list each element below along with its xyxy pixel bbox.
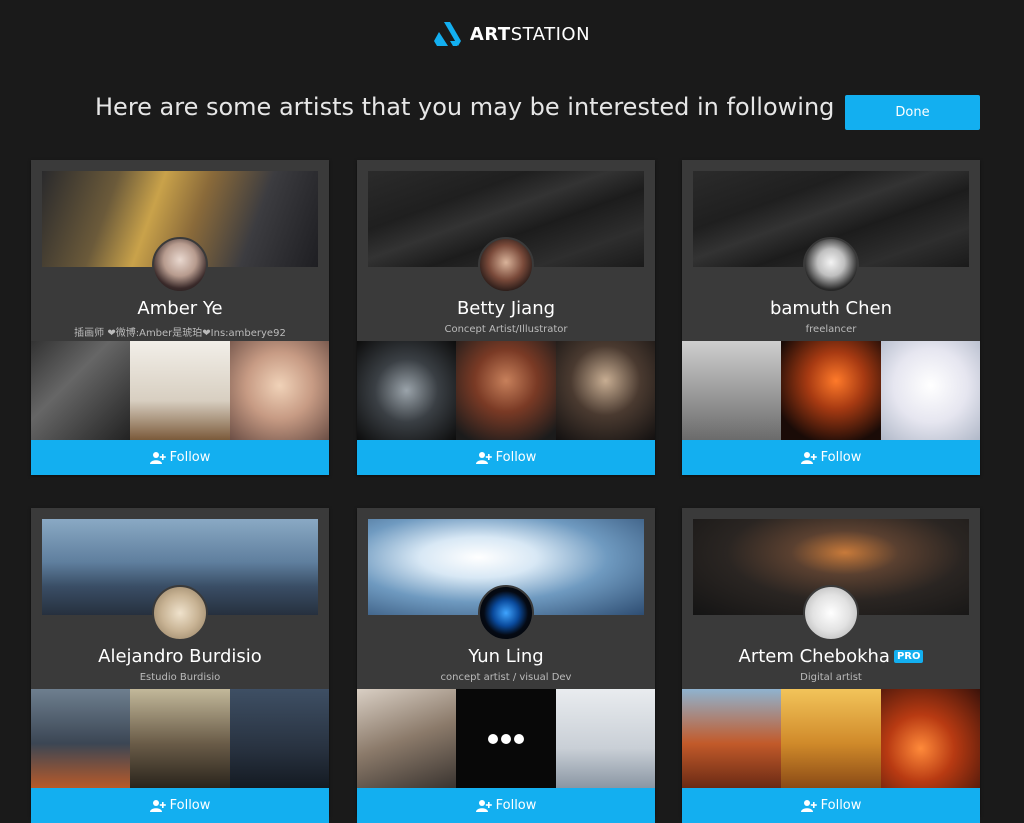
artist-name[interactable]: Amber Ye (31, 298, 329, 319)
artist-card: Yun Ling concept artist / visual Dev Fol… (357, 508, 655, 823)
avatar[interactable] (478, 585, 534, 641)
artwork-thumbnail[interactable] (880, 689, 980, 788)
artwork-thumbnail[interactable] (31, 341, 131, 440)
avatar[interactable] (478, 237, 534, 293)
follow-button[interactable]: Follow (357, 440, 655, 475)
artwork-thumbnail[interactable] (31, 689, 131, 788)
artwork-thumbnail[interactable] (880, 341, 980, 440)
follow-label: Follow (820, 798, 862, 813)
artwork-thumbnail[interactable] (781, 341, 881, 440)
artist-headline: Estudio Burdisio (139, 672, 221, 683)
follow-button[interactable]: Follow (682, 440, 980, 475)
add-user-icon (149, 451, 166, 464)
logo-dots-graphic (456, 689, 555, 788)
artwork-thumbnail[interactable] (456, 689, 556, 788)
artist-name-text: Amber Ye (137, 298, 223, 319)
artwork-thumbnails (682, 341, 980, 440)
artwork-thumbnail[interactable] (456, 341, 556, 440)
artist-headline: concept artist / visual Dev (440, 672, 572, 683)
dot (500, 733, 511, 744)
follow-button[interactable]: Follow (682, 788, 980, 823)
artist-name-text: Yun Ling (468, 646, 544, 667)
add-user-icon (149, 799, 166, 812)
artwork-thumbnail[interactable] (229, 689, 329, 788)
artist-name[interactable]: Betty Jiang (357, 298, 655, 319)
artist-name-text: Alejandro Burdisio (98, 646, 262, 667)
artwork-thumbnail[interactable] (357, 689, 457, 788)
artist-name[interactable]: Yun Ling (357, 646, 655, 667)
artist-headline: 插画师 ❤微博:Amber是琥珀❤Ins:amberye92 (74, 328, 286, 339)
dot (513, 733, 524, 744)
follow-label: Follow (820, 450, 862, 465)
add-user-icon (475, 799, 492, 812)
add-user-icon (475, 451, 492, 464)
artist-card: Betty Jiang Concept Artist/Illustrator F… (357, 160, 655, 475)
artwork-thumbnail[interactable] (682, 341, 782, 440)
artist-headline: Digital artist (800, 672, 862, 683)
follow-label: Follow (169, 798, 211, 813)
done-button[interactable]: Done (845, 95, 980, 130)
artwork-thumbnail[interactable] (357, 341, 457, 440)
follow-label: Follow (495, 798, 537, 813)
avatar[interactable] (152, 585, 208, 641)
artist-name[interactable]: Alejandro Burdisio (31, 646, 329, 667)
artwork-thumbnail[interactable] (229, 341, 329, 440)
add-user-icon (800, 451, 817, 464)
pro-badge: PRO (893, 650, 924, 663)
logo-text-light: STATION (510, 23, 591, 45)
artist-name-text: bamuth Chen (769, 298, 893, 319)
artist-card: Artem Chebokha PRO Digital artist Follow (682, 508, 980, 823)
artwork-thumbnail[interactable] (682, 689, 782, 788)
artstation-logo[interactable]: ARTSTATION (0, 22, 1024, 46)
artist-headline: Concept Artist/Illustrator (444, 324, 568, 335)
page-title: Here are some artists that you may be in… (95, 93, 835, 121)
avatar[interactable] (152, 237, 208, 293)
follow-button[interactable]: Follow (31, 788, 329, 823)
artist-name[interactable]: Artem Chebokha PRO (682, 646, 980, 667)
logo-text: ARTSTATION (470, 24, 590, 45)
artist-name-text: Betty Jiang (456, 298, 556, 319)
artwork-thumbnail[interactable] (130, 341, 230, 440)
artwork-thumbnail[interactable] (555, 341, 655, 440)
artist-name-text: Artem Chebokha (738, 646, 890, 667)
add-user-icon (800, 799, 817, 812)
follow-button[interactable]: Follow (357, 788, 655, 823)
avatar[interactable] (803, 237, 859, 293)
artist-name[interactable]: bamuth Chen (682, 298, 980, 319)
artwork-thumbnails (357, 689, 655, 788)
artist-headline: freelancer (805, 324, 857, 335)
dot (487, 733, 498, 744)
artwork-thumbnails (31, 689, 329, 788)
follow-label: Follow (169, 450, 211, 465)
artwork-thumbnail[interactable] (130, 689, 230, 788)
artstation-logo-icon (433, 22, 461, 46)
artwork-thumbnail[interactable] (555, 689, 655, 788)
artist-card: Alejandro Burdisio Estudio Burdisio Foll… (31, 508, 329, 823)
follow-button[interactable]: Follow (31, 440, 329, 475)
follow-label: Follow (495, 450, 537, 465)
artist-card: Amber Ye 插画师 ❤微博:Amber是琥珀❤Ins:amberye92 … (31, 160, 329, 475)
artist-card: bamuth Chen freelancer Follow (682, 160, 980, 475)
logo-text-strong: ART (469, 23, 511, 45)
avatar[interactable] (803, 585, 859, 641)
artwork-thumbnails (357, 341, 655, 440)
artwork-thumbnails (31, 341, 329, 440)
artwork-thumbnail[interactable] (781, 689, 881, 788)
artwork-thumbnails (682, 689, 980, 788)
